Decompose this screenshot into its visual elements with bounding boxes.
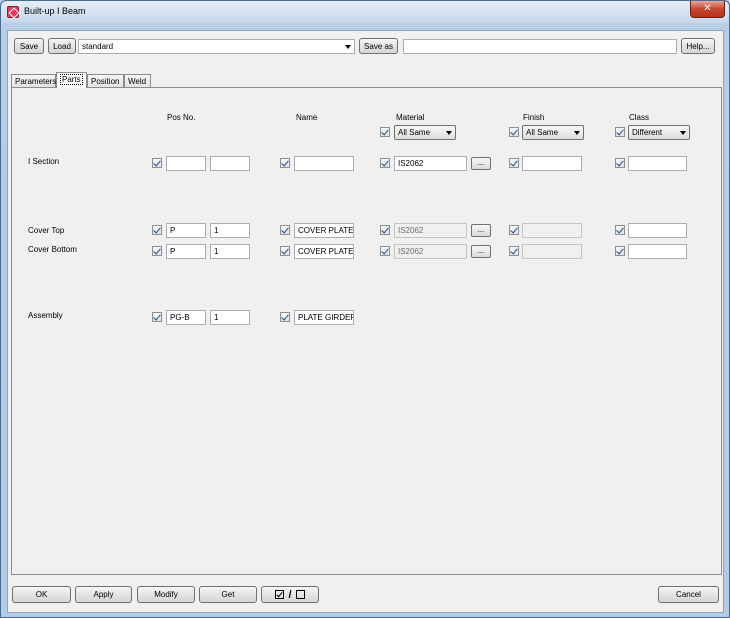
assembly-prefix-input[interactable]: PG-B	[166, 310, 206, 325]
modify-button[interactable]: Modify	[137, 586, 195, 603]
dialog-window: Built-up I Beam ✕ Save Load standard Sav…	[0, 0, 730, 618]
cover-top-class-input[interactable]	[628, 223, 687, 238]
i-section-name-input[interactable]	[294, 156, 354, 171]
column-header-finish: Finish	[523, 113, 545, 122]
i-section-start-number-input[interactable]	[210, 156, 250, 171]
title-bar[interactable]: Built-up I Beam ✕	[1, 1, 729, 23]
cover-bottom-start-number-input[interactable]: 1	[210, 244, 250, 259]
cancel-button[interactable]: Cancel	[658, 586, 719, 603]
chevron-down-icon	[345, 45, 351, 49]
close-button[interactable]: ✕	[690, 1, 725, 18]
cover-top-name-checkbox[interactable]	[280, 225, 290, 235]
cover-bottom-prefix-input[interactable]: P	[166, 244, 206, 259]
chevron-down-icon	[574, 131, 580, 135]
material-mode-value: All Same	[398, 128, 431, 137]
chevron-down-icon	[680, 131, 686, 135]
column-header-pos-no: Pos No.	[167, 113, 196, 122]
save-as-button[interactable]: Save as	[359, 38, 398, 54]
toggle-all-checkboxes-button[interactable]: /	[261, 586, 319, 603]
cover-bottom-material-input: IS2062	[394, 244, 467, 259]
assembly-name-checkbox[interactable]	[280, 312, 290, 322]
column-header-name: Name	[296, 113, 318, 122]
i-section-pos-checkbox[interactable]	[152, 158, 162, 168]
row-label-i-section: I Section	[28, 157, 60, 166]
i-section-finish-input[interactable]	[522, 156, 582, 171]
row-label-cover-top: Cover Top	[28, 226, 65, 235]
class-header-checkbox[interactable]	[615, 127, 625, 137]
class-mode-value: Different	[632, 128, 663, 137]
cover-bottom-name-checkbox[interactable]	[280, 246, 290, 256]
assembly-pos-checkbox[interactable]	[152, 312, 162, 322]
cover-bottom-material-browse-button[interactable]: ...	[471, 245, 491, 258]
cover-top-finish-input	[522, 223, 582, 238]
tab-position[interactable]: Position	[87, 74, 124, 88]
material-header-checkbox[interactable]	[380, 127, 390, 137]
cover-bottom-pos-checkbox[interactable]	[152, 246, 162, 256]
app-icon	[7, 6, 19, 18]
help-button[interactable]: Help...	[681, 38, 715, 54]
unchecked-box-icon	[295, 590, 305, 599]
cover-bottom-class-input[interactable]	[628, 244, 687, 259]
cover-top-material-checkbox[interactable]	[380, 225, 390, 235]
assembly-name-input[interactable]: PLATE GIRDEF	[294, 310, 354, 325]
column-header-class: Class	[629, 113, 650, 122]
finish-header-checkbox[interactable]	[509, 127, 519, 137]
preset-combobox[interactable]: standard	[78, 39, 355, 54]
i-section-name-checkbox[interactable]	[280, 158, 290, 168]
save-button[interactable]: Save	[14, 38, 44, 54]
cover-top-name-input[interactable]: COVER PLATE	[294, 223, 354, 238]
i-section-class-checkbox[interactable]	[615, 158, 625, 168]
cover-bottom-finish-checkbox[interactable]	[509, 246, 519, 256]
row-label-cover-bottom: Cover Bottom	[28, 245, 77, 254]
checked-box-icon	[275, 590, 285, 599]
tab-weld[interactable]: Weld	[124, 74, 151, 88]
toggle-separator: /	[288, 588, 292, 601]
cover-top-pos-checkbox[interactable]	[152, 225, 162, 235]
window-title: Built-up I Beam	[24, 6, 86, 16]
row-label-assembly: Assembly	[28, 311, 63, 320]
tab-parts[interactable]: Parts	[56, 72, 87, 88]
cover-top-material-input: IS2062	[394, 223, 467, 238]
i-section-prefix-input[interactable]	[166, 156, 206, 171]
cover-bottom-class-checkbox[interactable]	[615, 246, 625, 256]
tab-parameters[interactable]: Parameters	[11, 74, 56, 88]
assembly-start-number-input[interactable]: 1	[210, 310, 250, 325]
tab-parts-label: Parts	[60, 74, 83, 85]
ok-button[interactable]: OK	[12, 586, 71, 603]
save-as-name-input[interactable]	[403, 39, 677, 54]
column-header-material: Material	[396, 113, 425, 122]
load-button[interactable]: Load	[48, 38, 76, 54]
preset-value: standard	[82, 42, 114, 51]
i-section-material-input[interactable]: IS2062	[394, 156, 467, 171]
i-section-material-browse-button[interactable]: ...	[471, 157, 491, 170]
cover-top-material-browse-button[interactable]: ...	[471, 224, 491, 237]
cover-top-class-checkbox[interactable]	[615, 225, 625, 235]
class-mode-combobox[interactable]: Different	[628, 125, 690, 140]
apply-button[interactable]: Apply	[75, 586, 132, 603]
cover-top-prefix-input[interactable]: P	[166, 223, 206, 238]
get-button[interactable]: Get	[199, 586, 257, 603]
cover-top-finish-checkbox[interactable]	[509, 225, 519, 235]
chevron-down-icon	[446, 131, 452, 135]
material-mode-combobox[interactable]: All Same	[394, 125, 456, 140]
finish-mode-value: All Same	[526, 128, 559, 137]
i-section-class-input[interactable]	[628, 156, 687, 171]
cover-bottom-finish-input	[522, 244, 582, 259]
cover-bottom-name-input[interactable]: COVER PLATE	[294, 244, 354, 259]
i-section-finish-checkbox[interactable]	[509, 158, 519, 168]
cover-bottom-material-checkbox[interactable]	[380, 246, 390, 256]
i-section-material-checkbox[interactable]	[380, 158, 390, 168]
cover-top-start-number-input[interactable]: 1	[210, 223, 250, 238]
finish-mode-combobox[interactable]: All Same	[522, 125, 584, 140]
